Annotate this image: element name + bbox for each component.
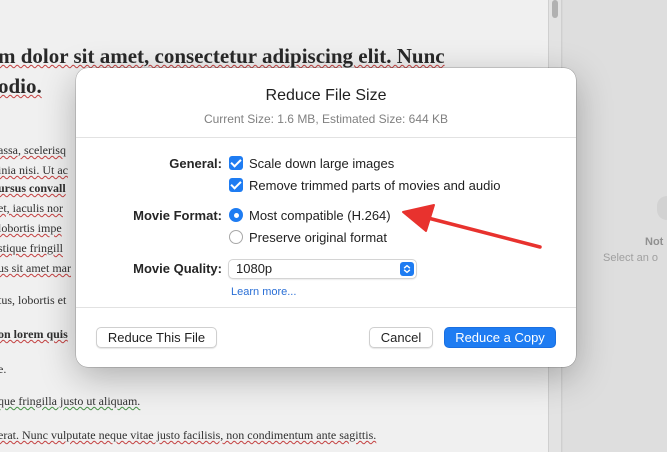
- annotation-arrow: [402, 204, 542, 249]
